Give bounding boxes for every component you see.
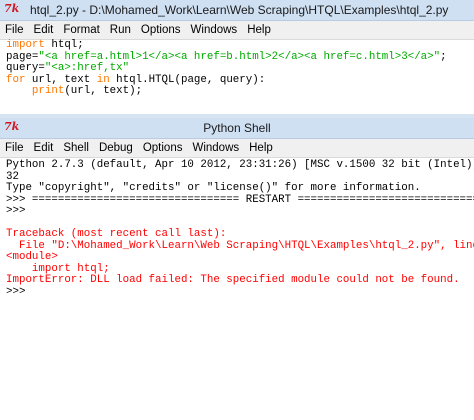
shell-line: >>>: [6, 285, 32, 298]
shell-line: >>>: [6, 205, 32, 217]
shell-line: Type "copyright", "credits" or "license(…: [6, 182, 421, 194]
editor-menu-help[interactable]: Help: [242, 21, 276, 39]
editor-menubar: File Edit Format Run Options Windows Help: [0, 21, 474, 40]
shell-titlebar[interactable]: 7k Python Shell: [0, 118, 474, 139]
editor-menu-format[interactable]: Format: [58, 21, 104, 39]
shell-menu-windows[interactable]: Windows: [187, 139, 244, 157]
shell-menu-shell[interactable]: Shell: [58, 139, 94, 157]
shell-menubar: File Edit Shell Debug Options Windows Help: [0, 139, 474, 158]
code-line: print(url, text);: [31, 85, 143, 97]
shell-error-line: ImportError: DLL load failed: The specif…: [6, 274, 460, 286]
shell-title: Python Shell: [203, 121, 271, 135]
code-text: import htql; page="<a href=a.html>1</a><a…: [0, 39, 474, 98]
editor-title: htql_2.py - D:\Mohamed_Work\Learn\Web Sc…: [30, 3, 449, 17]
shell-line: Python 2.7.3 (default, Apr 10 2012, 23:3…: [6, 159, 474, 171]
code-editor[interactable]: import htql; page="<a href=a.html>1</a><a…: [0, 39, 474, 115]
editor-menu-windows[interactable]: Windows: [186, 21, 243, 39]
shell-error-line: <module>: [6, 251, 58, 263]
editor-window: 7k htql_2.py - D:\Mohamed_Work\Learn\Web…: [0, 0, 474, 115]
shell-menu-help[interactable]: Help: [244, 139, 278, 157]
shell-menu-edit[interactable]: Edit: [29, 139, 59, 157]
editor-menu-options[interactable]: Options: [136, 21, 186, 39]
editor-titlebar[interactable]: 7k htql_2.py - D:\Mohamed_Work\Learn\Web…: [0, 0, 474, 21]
shell-menu-file[interactable]: File: [0, 139, 29, 157]
shell-menu-options[interactable]: Options: [138, 139, 188, 157]
shell-line: >>> ================================ RES…: [6, 193, 474, 206]
tk-icon: 7k: [4, 2, 20, 15]
shell-error-line: File "D:\Mohamed_Work\Learn\Web Scraping…: [6, 239, 474, 252]
editor-menu-edit[interactable]: Edit: [29, 21, 59, 39]
editor-menu-run[interactable]: Run: [105, 21, 136, 39]
shell-error-line: Traceback (most recent call last):: [6, 228, 227, 240]
shell-output[interactable]: Python 2.7.3 (default, Apr 10 2012, 23:3…: [0, 158, 474, 298]
shell-window: 7k Python Shell File Edit Shell Debug Option…: [0, 118, 474, 420]
shell-text: Python 2.7.3 (default, Apr 10 2012, 23:3…: [0, 159, 474, 298]
shell-menu-debug[interactable]: Debug: [94, 139, 138, 157]
editor-menu-file[interactable]: File: [0, 21, 29, 39]
